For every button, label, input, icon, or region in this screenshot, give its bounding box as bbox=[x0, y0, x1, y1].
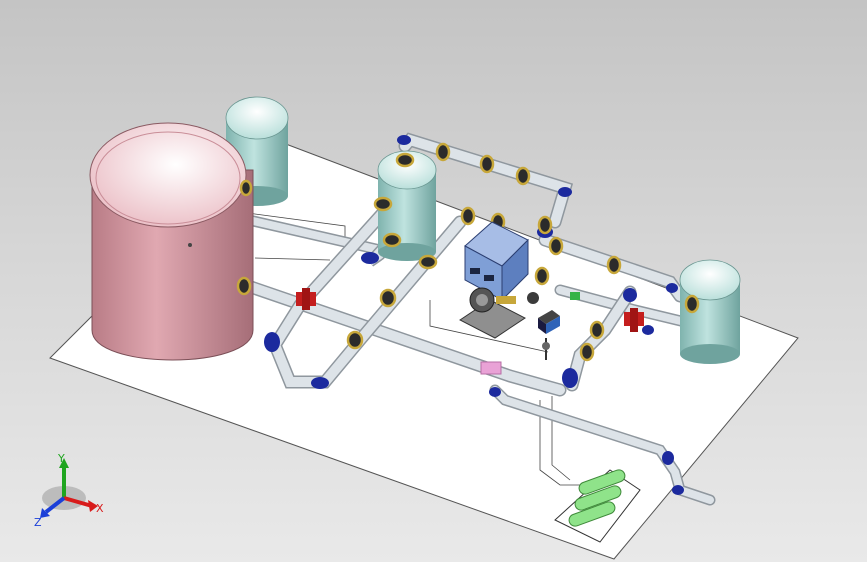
axis-triad[interactable]: Y X Z bbox=[30, 452, 110, 532]
z-axis-label: Z bbox=[34, 516, 42, 529]
y-axis-label: Y bbox=[57, 452, 65, 465]
x-axis-label: X bbox=[96, 502, 104, 515]
plant-model bbox=[49, 96, 799, 560]
valve-pink bbox=[480, 361, 502, 375]
cad-viewport[interactable]: Y X Z bbox=[0, 0, 867, 562]
valve-green bbox=[570, 292, 580, 300]
large-storage-tank bbox=[89, 122, 254, 361]
